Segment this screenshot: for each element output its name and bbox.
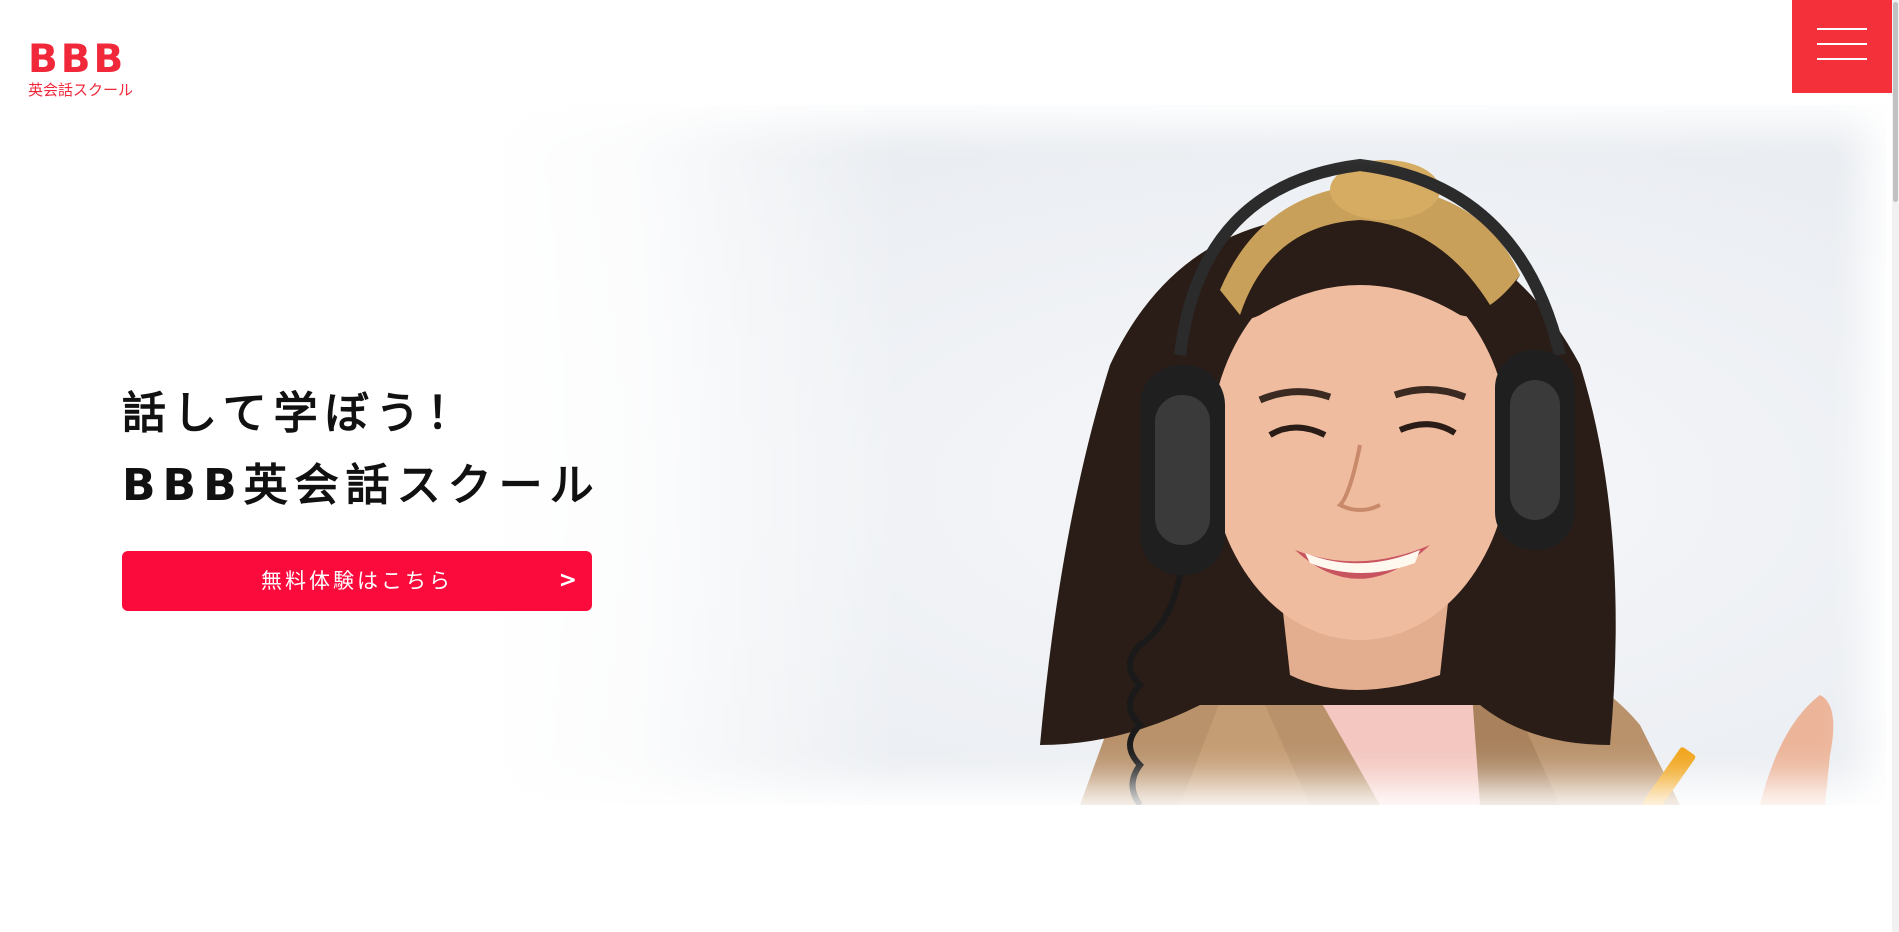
logo-link[interactable]: BBB 英会話スクール (28, 37, 134, 100)
page-scrollbar[interactable] (1892, 0, 1899, 932)
logo-subtitle: 英会話スクール (28, 81, 134, 99)
free-trial-button-label: 無料体験はこちら (261, 569, 453, 593)
hero-headline: 話して学ぼう！ BBB英会話スクール (122, 378, 601, 522)
headline-line-1: 話して学ぼう！ (122, 388, 478, 439)
scrollbar-thumb[interactable] (1893, 2, 1898, 202)
logo-mark: BBB (28, 37, 127, 82)
free-trial-button[interactable]: 無料体験はこちら > (122, 551, 592, 611)
page: BBB 英会話スクール 話して学ぼう！ BBB英会話スクール 無料体験はこちら … (0, 0, 1899, 932)
menu-button[interactable] (1792, 0, 1892, 93)
headline-line-2: BBB英会話スクール (122, 460, 601, 511)
chevron-right-icon: > (558, 568, 577, 593)
